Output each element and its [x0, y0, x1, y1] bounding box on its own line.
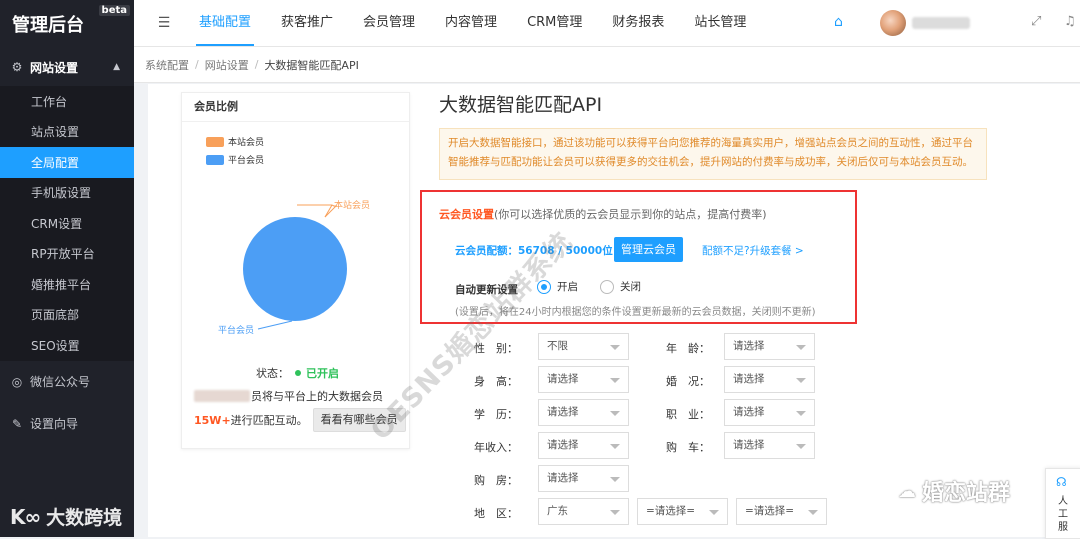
sidebar-item-site-settings[interactable]: 站点设置 — [0, 116, 134, 147]
wechat-bubble-icon: ☁ — [898, 480, 916, 502]
marriage-select[interactable]: 请选择 — [724, 366, 815, 393]
beta-badge: beta — [98, 5, 130, 16]
sidebar-item-label: 设置向导 — [30, 417, 79, 431]
watermark-logo-text: 大数跨境 — [46, 507, 123, 529]
age-label: 年 龄： — [666, 342, 710, 355]
sidebar-item-hunbei-platform[interactable]: 婚推推平台 — [0, 269, 134, 300]
fullscreen-icon[interactable]: ⤢ — [1031, 14, 1041, 29]
customer-service-float[interactable]: ☊ 人工服 — [1045, 468, 1080, 539]
headset-icon: ☊ — [1056, 475, 1067, 489]
wechat-watermark: ☁ 婚恋站群 — [898, 475, 1010, 507]
status-value: 已开启 — [306, 367, 339, 380]
app-title: 管理后台 — [12, 15, 84, 36]
match-note-text: 员将与平台上的大数据会员 — [251, 390, 383, 403]
status-label: 状态： — [256, 367, 289, 380]
cloud-member-title: 云会员设置(你可以选择优质的云会员显示到你的站点，提高付费率) — [439, 206, 767, 222]
pie-slice-platform — [243, 217, 347, 321]
occupation-label: 职 业： — [666, 408, 710, 421]
page-title: 大数据智能匹配API — [439, 94, 603, 116]
edit-icon: ✎ — [11, 416, 23, 431]
sidebar-item-page-footer[interactable]: 页面底部 — [0, 299, 134, 330]
height-label: 身 高： — [474, 375, 518, 388]
sidebar-item-seo[interactable]: SEO设置 — [0, 330, 134, 361]
breadcrumb-separator: / — [254, 58, 259, 71]
occupation-select[interactable]: 请选择 — [724, 399, 815, 426]
cloud-title-desc: (你可以选择优质的云会员显示到你的站点，提高付费率) — [494, 208, 767, 221]
breadcrumb: 系统配置 / 网站设置 / 大数据智能匹配API — [134, 47, 1080, 83]
radio-disable[interactable]: 关闭 — [600, 279, 641, 294]
avatar[interactable] — [880, 10, 906, 36]
pie-label-platform: 平台会员 — [218, 324, 254, 335]
status-dot-icon — [295, 370, 301, 376]
tab-content-management[interactable]: 内容管理 — [430, 0, 512, 46]
gear-icon: ⚙ — [11, 60, 23, 74]
breadcrumb-current: 大数据智能匹配API — [264, 58, 359, 72]
house-select[interactable]: 请选择 — [538, 465, 629, 492]
tab-basic-config[interactable]: 基础配置 — [184, 0, 266, 46]
menu-toggle-icon[interactable]: ☰ — [144, 15, 184, 31]
province-select[interactable]: 广东 — [538, 498, 629, 525]
tab-member-management[interactable]: 会员管理 — [348, 0, 430, 46]
radio-circle — [600, 279, 614, 294]
service-label: 人工服 — [1058, 496, 1068, 533]
sidebar-item-workbench[interactable]: 工作台 — [0, 86, 134, 117]
tab-crm-management[interactable]: CRM管理 — [512, 0, 597, 46]
match-note-line1: 员将与平台上的大数据会员 — [194, 388, 383, 404]
sidebar-item-crm-settings[interactable]: CRM设置 — [0, 208, 134, 239]
sidebar-item-global-config[interactable]: 全局配置 — [0, 147, 134, 178]
match-count: 15W+ — [194, 413, 231, 427]
pie-label-site: 本站会员 — [334, 199, 370, 210]
tab-customer-acquisition[interactable]: 获客推广 — [266, 0, 348, 46]
breadcrumb-item[interactable]: 网站设置 — [205, 57, 249, 73]
car-label: 购 车： — [666, 441, 710, 454]
home-icon[interactable]: ⌂ — [834, 14, 843, 30]
pie-leader-platform — [257, 320, 293, 330]
income-label: 年收入： — [474, 441, 518, 454]
sidebar: 管理后台 beta ⚙ 网站设置 ▲ 工作台 站点设置 全局配置 手机版设置 C… — [0, 0, 134, 537]
city-select[interactable]: =请选择= — [637, 498, 728, 525]
menu-group-label: 网站设置 — [30, 60, 79, 75]
upgrade-plan-link[interactable]: 配额不足?升级套餐 > — [702, 243, 804, 258]
education-select[interactable]: 请选择 — [538, 399, 629, 426]
pie-chart: 本站会员 平台会员 — [218, 199, 370, 335]
income-select[interactable]: 请选择 — [538, 432, 629, 459]
gender-select[interactable]: 不限 — [538, 333, 629, 360]
education-label: 学 历： — [474, 408, 518, 421]
sidebar-item-setup-wizard[interactable]: ✎ 设置向导 — [0, 403, 134, 445]
sidebar-item-label: 微信公众号 — [30, 375, 91, 389]
sidebar-item-mobile-settings[interactable]: 手机版设置 — [0, 177, 134, 208]
car-select[interactable]: 请选择 — [724, 432, 815, 459]
headset-icon[interactable]: ♫ — [1064, 14, 1076, 29]
app-logo: 管理后台 beta — [0, 0, 134, 48]
breadcrumb-separator: / — [195, 58, 199, 71]
match-note-text2: 进行匹配互动。 — [230, 414, 308, 427]
caret-up-icon: ▲ — [113, 62, 120, 72]
tab-admin-management[interactable]: 站长管理 — [679, 0, 761, 46]
wechat-icon: ◎ — [11, 374, 23, 389]
redacted-text — [194, 390, 250, 402]
breadcrumb-item[interactable]: 系统配置 — [145, 57, 189, 73]
wechat-watermark-text: 婚恋站群 — [922, 481, 1011, 506]
status-row: 状态： 已开启 — [256, 365, 339, 381]
sidebar-item-wechat[interactable]: ◎ 微信公众号 — [0, 361, 134, 403]
radio-label: 开启 — [557, 281, 578, 293]
height-select[interactable]: 请选择 — [538, 366, 629, 393]
house-label: 购 房： — [474, 474, 518, 487]
region-label: 地 区： — [474, 507, 518, 520]
age-select[interactable]: 请选择 — [724, 333, 815, 360]
tab-finance-reports[interactable]: 财务报表 — [597, 0, 679, 46]
sidebar-item-rp-platform[interactable]: RP开放平台 — [0, 238, 134, 269]
top-nav: ☰ 基础配置 获客推广 会员管理 内容管理 CRM管理 财务报表 站长管理 ⌂ … — [134, 0, 1080, 47]
username-redacted[interactable] — [912, 17, 970, 29]
manage-cloud-members-button[interactable]: 管理云会员 — [614, 237, 683, 262]
watermark-logo-mark: K∞ — [10, 504, 41, 529]
info-notice: 开启大数据智能接口，通过该功能可以获得平台向您推荐的海量真实用户，增强站点会员之… — [439, 128, 987, 180]
district-select[interactable]: =请选择= — [736, 498, 827, 525]
marriage-label: 婚 况： — [666, 375, 710, 388]
radio-label: 关闭 — [620, 281, 641, 293]
member-ratio-card: 会员比例 本站会员 平台会员 本站会员 平台会员 状态： 已开启 员将与平台上的… — [181, 92, 410, 449]
watermark-logo: K∞ 大数跨境 — [10, 503, 122, 530]
cloud-title-text: 云会员设置 — [439, 208, 494, 221]
menu-group-website-settings[interactable]: ⚙ 网站设置 ▲ — [0, 48, 134, 86]
